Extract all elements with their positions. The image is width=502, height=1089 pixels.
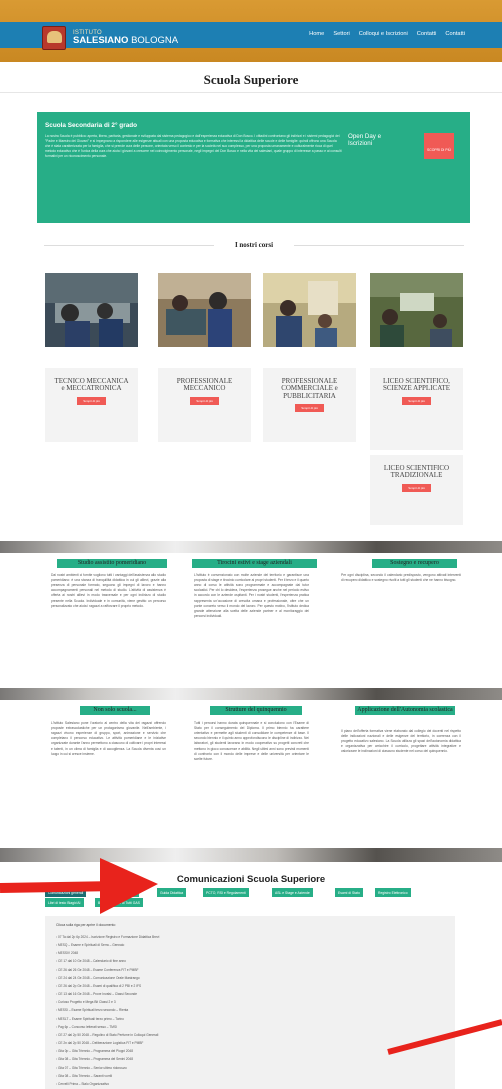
logo-title-city: BOLOGNA [128,35,179,46]
feature-text: Dai nostri ambienti ci fornite vogliono … [51,573,166,608]
communication-item[interactable]: MESQ – Esame e Spirituali di Serra – Gen… [56,941,159,949]
course-title: PROFESSIONALE MECCANICO [176,377,233,393]
feature-heading: Applicazione dell'Autonomia scolastica [355,706,455,715]
nav-settori[interactable]: Settori [333,31,349,39]
course-photo-professionale[interactable] [158,273,251,347]
tab-guida-didattica[interactable]: Guida Didattica [157,888,187,897]
communication-item[interactable]: CE 17 dal 10 Ge 2048 – Calendario di fin… [56,957,159,965]
course-button[interactable]: Scopri di più [402,483,431,492]
communication-item[interactable]: CE 27 dal 2p 50 2048 – Regolino di Stato… [56,1031,159,1039]
communications-panel: Clicca sulla riga per aprire il document… [45,916,455,1089]
communication-item[interactable]: CE 26 dal 2p Ge 2048 – Esami di qualific… [56,982,159,990]
intro-panel: Scuola Secondaria di 2° grado La nostra … [37,112,470,223]
divider [0,92,502,93]
feature-text: Il piano dell'offerta formativa viene el… [341,729,461,754]
tab-esami[interactable]: Esami di Stato [335,888,363,897]
course-card: PROFESSIONALE COMMERCIALE e PUBBLICITARI… [263,368,356,442]
nav-colloqui[interactable]: Colloqui e Iscrizioni [359,31,408,39]
course-title: LICEO SCIENTIFICO TRADIZIONALE [383,464,450,480]
course-button[interactable]: Scopri di più [190,396,219,405]
open-day-label: Open Day e Iscrizioni [348,133,382,148]
course-title: LICEO SCIENTIFICO, SCIENZE APPLICATE [382,377,451,393]
course-button[interactable]: Scopri di più [77,396,106,405]
feature-heading: Strutture del quinquennio [210,706,302,715]
communication-item[interactable]: CE 26 dal 26 Ge 2048 – Esame Conferenza … [56,966,159,974]
communication-item[interactable]: Cervelli Prima – Stalo Organizzativo [56,1080,159,1088]
main-nav: Home Settori Colloqui e Iscrizioni Conta… [309,31,465,39]
course-card: LICEO SCIENTIFICO TRADIZIONALE Scopri di… [370,455,463,525]
nav-contatti-2[interactable]: Contatti [445,31,465,39]
annotation-arrow-icon [387,1019,502,1055]
course-photo-liceo[interactable] [370,273,463,347]
communication-item[interactable]: Gita 0p – Gita Triennio – Programma del … [56,1047,159,1055]
feature-heading: Studio assistito pomeridiano [57,559,167,568]
feature-text: Per ogni disciplina, secondo il calendar… [341,573,461,583]
annotation-arrow-icon [0,858,158,914]
course-card: PROFESSIONALE MECCANICO Scopri di più [158,368,251,442]
nav-home[interactable]: Home [309,31,324,39]
communication-item[interactable]: Gita 08 – Gita Triennio – Programma del … [56,1055,159,1063]
intro-text: La nostra Scuola è pubblica: aperta, lib… [45,134,342,159]
feature-heading: Non solo scuola... [80,706,150,715]
communication-item[interactable]: Pag 6p – Concorso letterati sesso – TMSI [56,1023,159,1031]
feature-text: Tutti i percorsi hanno durata quinquenna… [194,721,309,761]
communication-item[interactable]: MESSI – Esame Spirituali terzo secondo –… [56,1006,159,1014]
communication-item[interactable]: MESSIV 2048 [56,949,159,957]
logo-title[interactable]: SALESIANO BOLOGNA [73,35,178,48]
open-day-button[interactable]: SCOPRI DI PIÙ [424,133,454,159]
tab-registro[interactable]: Registro Elettronico [375,888,411,897]
communication-item[interactable]: CE 2n dal 2p 50 2048 – Deliberazione Log… [56,1039,159,1047]
site-header: ISTITUTO SALESIANO BOLOGNA Home Settori … [0,0,502,62]
communication-item[interactable]: Curioso Progetto e Mega Bit Classi 2 e 3 [56,998,159,1006]
course-card: TECNICO MECCANICA e MECCATRONICA Scopri … [45,368,138,442]
communication-item[interactable]: 07 Ta dal 2p 6p 2024 – Iscrizione Regist… [56,933,159,941]
communication-item[interactable]: Gita 08 – Gita Triennio – Saranti vorril… [56,1072,159,1080]
course-button[interactable]: Scopri di più [295,404,324,413]
course-title: PROFESSIONALE COMMERCIALE e PUBBLICITARI… [281,377,338,400]
feature-heading: Tirocini estivi e stage aziendali [192,559,317,568]
school-logo-icon[interactable] [42,26,66,50]
communication-item[interactable]: CE 24 dal 24 Ge 2048 – Comunicazione Ora… [56,974,159,982]
communications-list: 07 Ta dal 2p 6p 2024 – Iscrizione Regist… [56,933,159,1088]
course-photo-tecnico[interactable] [45,273,138,347]
photo-banner [0,688,502,700]
course-card: LICEO SCIENTIFICO, SCIENZE APPLICATE Sco… [370,368,463,450]
feature-heading: Sostegno e recupero [372,559,457,568]
communication-item[interactable]: MESLT – Esame Spirituali terzo primo – T… [56,1015,159,1023]
logo-title-main: SALESIANO [73,35,129,46]
communications-lead: Clicca sulla riga per aprire il document… [56,923,116,927]
tab-asl-stage[interactable]: ASL e Stage e Aziende [272,888,313,897]
tab-pcto[interactable]: PCTO, RSI e Regolamenti [203,888,249,897]
nav-contatti-1[interactable]: Contatti [417,31,437,39]
feature-text: L'Istituto è convenzionato con molte azi… [194,573,309,618]
communication-item[interactable]: Gita 07 – Gita Triennio – Senior ultimo … [56,1064,159,1072]
courses-heading: I nostri corsi [44,241,464,251]
communication-item[interactable]: CE 13 dal 16 Ge 2048 – Prove Invalsi – C… [56,990,159,998]
intro-heading: Scuola Secondaria di 2° grado [45,122,138,129]
course-photo-commerciale[interactable] [263,273,356,347]
courses-heading-text: I nostri corsi [214,241,294,251]
feature-text: L'Istituto Salesiano pone l'oratorio al … [51,721,166,756]
course-title: TECNICO MECCANICA e MECCATRONICA [54,377,129,393]
photo-banner [0,541,502,553]
page-title: Scuola Superiore [203,72,299,87]
course-button[interactable]: Scopri di più [402,396,431,405]
